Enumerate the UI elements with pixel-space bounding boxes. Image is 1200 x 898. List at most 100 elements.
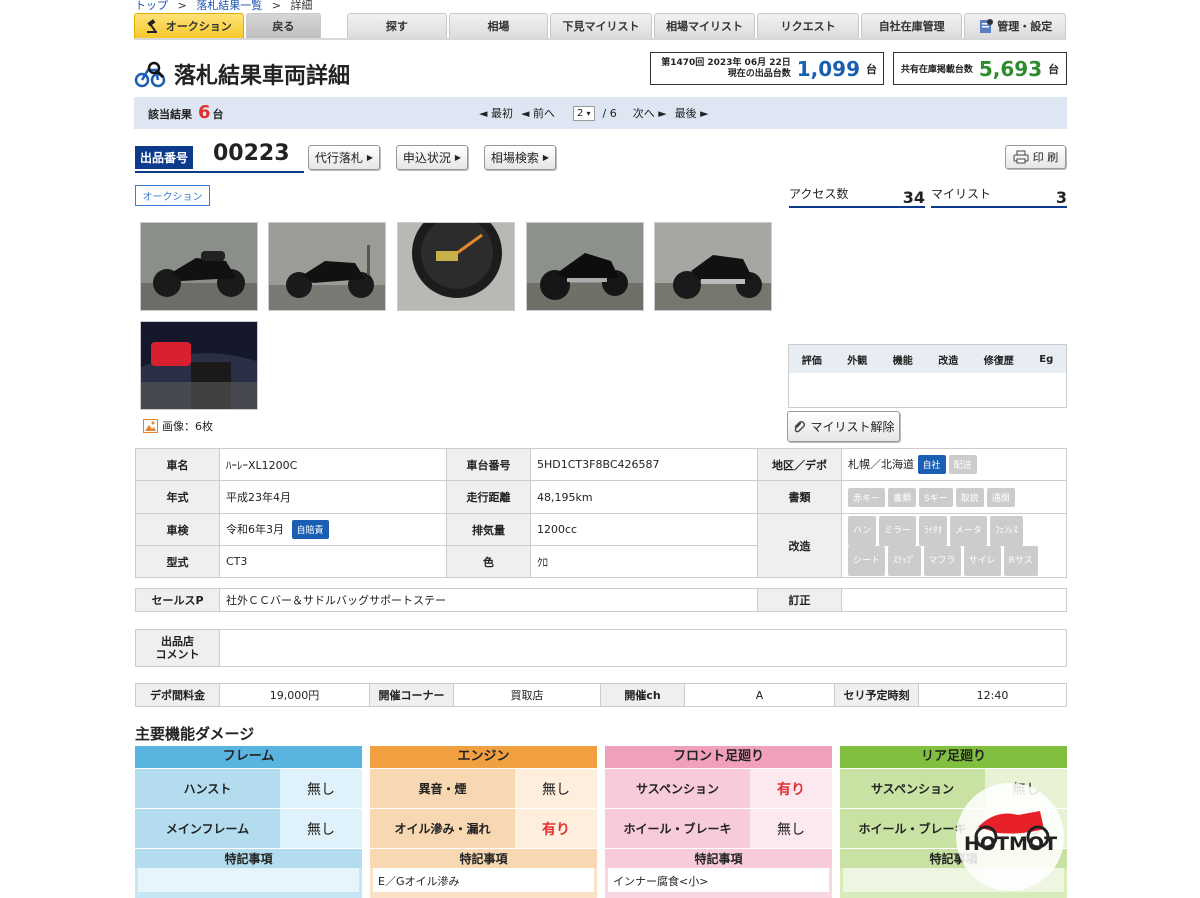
main-nav: オークション 戻る 探す 相場 下見マイリスト 相場マイリスト リクエスト 自社… [134,13,1067,38]
mod-badge: ﾌｪﾝﾚｽ [990,515,1023,546]
print-button[interactable]: 印 刷 [1005,145,1066,169]
gavel-icon [146,19,157,33]
damage-item: 異音・煙 [370,769,515,808]
proxy-bid-button[interactable]: 代行落札 ▶ [308,145,380,170]
vehicle-photo[interactable] [526,222,644,311]
watermark-text: HOTMOT [964,833,1058,855]
breadcrumb-current: 詳細 [290,0,313,12]
mod-badge: サイレ [963,545,1001,576]
mod-badge: ｽﾃｯﾌﾟ [888,545,921,576]
spec-header: 車名 [135,448,220,481]
shared-stock-label: 共有在庫掲載台数 [900,65,973,75]
access-stats: アクセス数 34 マイリスト 3 [789,185,1067,208]
remove-mylist-button[interactable]: マイリスト解除 [787,411,900,442]
tab-search[interactable]: 探す [347,13,447,38]
tab-back[interactable]: 戻る [245,13,322,38]
spec-header: 走行距離 [446,480,531,514]
access-label: アクセス数 [789,187,849,201]
application-status-button[interactable]: 申込状況 ▶ [396,145,468,170]
inspect-value: 令和6年3月 [226,523,284,536]
damage-notes-header: 特記事項 [135,848,362,868]
fee-value: 12:40 [918,683,1067,707]
spec-header: 車検 [135,513,220,546]
breadcrumb-top-link[interactable]: トップ [135,0,168,12]
comment-header-line1: 出品店 [161,635,194,648]
damage-item: ハンスト [135,769,280,808]
tab-auction-label: オークション [165,20,232,33]
market-search-button[interactable]: 相場検索 ▶ [484,145,556,170]
tab-market[interactable]: 相場 [448,13,549,38]
last-page-link[interactable]: 最後 ► [675,105,709,121]
spec-value-inspect: 令和6年3月 自賠責 [219,513,447,546]
tab-shitami-mylist[interactable]: 下見マイリスト [550,13,652,38]
mylist-label: マイリスト [931,187,992,201]
evaluation-table: 評価 外観 機能 改造 修復歴 Eg [788,344,1067,408]
mylist-count: 3 [1055,188,1067,207]
hotmot-watermark-logo: HOTMOT [952,783,1068,891]
breadcrumb-list-link[interactable]: 落札結果一覧 [196,0,262,12]
vehicle-photo[interactable] [654,222,772,311]
fees-table: デポ間料金 19,000円 開催コーナー 買取店 開催ch A セリ予定時刻 1… [135,683,1067,707]
damage-col-header: エンジン [370,746,597,768]
prev-page-link[interactable]: ◄ 前へ [521,105,555,121]
vehicle-photo[interactable] [140,222,258,311]
session-count-label: 現在の出品台数 [727,68,791,79]
image-count-label: 画像：6枚 [162,420,213,433]
application-status-label: 申込状況 [402,151,451,165]
sales-point-table: セールスP 社外ＣＣバー＆サドルバッグサポートステー 訂正 [135,588,1067,612]
fee-value: 買取店 [453,683,601,707]
tab-request[interactable]: リクエスト [757,13,859,38]
hit-number: 6 [198,102,211,123]
mod-badge: ハン [848,515,877,546]
docs-badges: 赤キー 書類 Sキー 取説 通関 [841,480,1067,514]
tab-market-mylist[interactable]: 相場マイリスト [653,13,756,38]
eval-col-function: 機能 [892,355,913,367]
page-select[interactable]: 2 ▾ [572,105,595,121]
fee-header: セリ予定時刻 [834,683,919,707]
doc-badge: 通関 [986,487,1015,507]
damage-notes: E／Gオイル滲み [373,868,594,892]
page-title-text: 落札結果車両詳細 [174,64,351,89]
damage-frame: フレーム ハンスト 無し メインフレーム 無し 特記事項 [135,746,362,898]
fee-header: デポ間料金 [135,683,220,707]
vehicle-photo[interactable] [140,321,258,410]
damage-value: 有り [750,769,832,808]
caret-right-icon: ▶ [454,153,462,162]
eval-col-modified: 改造 [938,355,959,367]
mod-badge: ﾗｲﾀｵ [919,515,948,546]
first-page-link[interactable]: ◄ 最初 [479,105,513,121]
fee-header: 開催コーナー [369,683,454,707]
pagination: ◄ 最初 ◄ 前へ 2 ▾ / 6 次へ ► 最後 ► [479,105,709,121]
chevron-down-icon: ▾ [586,108,591,118]
sales-point-header: セールスP [135,588,220,612]
settings-icon [980,19,994,33]
damage-value: 無し [750,809,832,848]
breadcrumb: トップ > 落札結果一覧 > 詳細 [135,0,312,13]
page-title: 落札結果車両詳細 [134,58,350,90]
vehicle-photo[interactable] [268,222,386,311]
damage-notes [138,868,359,892]
eval-col-engine: Eg [1039,353,1054,365]
vehicle-photo[interactable] [397,222,515,311]
tab-admin[interactable]: 管理・設定 [964,13,1067,38]
tab-stock[interactable]: 自社在庫管理 [860,13,963,38]
session-count-unit: 台 [866,62,877,76]
spec-header: 色 [446,545,531,578]
next-page-link[interactable]: 次へ ► [633,105,667,121]
caret-right-icon: ▶ [542,153,550,162]
damage-notes-header: 特記事項 [605,848,832,868]
fee-value: 19,000円 [219,683,370,707]
damage-col-header: フロント足廻り [605,746,832,768]
damage-col-header: フレーム [135,746,362,768]
damage-notes-header: 特記事項 [370,848,597,868]
mod-badge: シート [848,545,886,576]
damage-value: 無し [280,769,362,808]
damage-item: ホイール・ブレーキ [605,809,750,848]
mod-badge: ミラー [879,515,917,546]
damage-item: オイル滲み・漏れ [370,809,515,848]
correction-header: 訂正 [757,588,842,612]
mod-badge: マフラ [923,545,961,576]
tab-admin-label: 管理・設定 [997,20,1053,33]
tab-auction[interactable]: オークション [134,13,244,38]
